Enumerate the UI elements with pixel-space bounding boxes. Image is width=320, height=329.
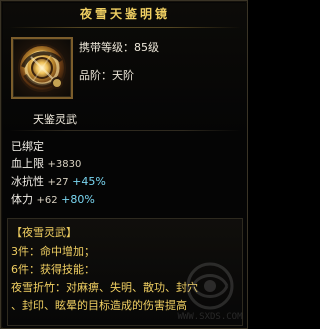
tier-label: 品阶： — [79, 69, 112, 82]
stat-percent: +45% — [72, 175, 106, 188]
item-subtitle: 天鉴灵武 — [33, 113, 77, 126]
set-line-label: 6件： — [11, 263, 40, 276]
section-divider — [9, 130, 241, 131]
stat-value: +3830 — [47, 159, 82, 170]
item-icon-frame — [11, 37, 73, 99]
stat-name: 血上限 — [11, 157, 44, 170]
set-line: 、封印、眩晕的目标造成的伤害提高 — [11, 299, 187, 312]
set-line-desc: 获得技能： — [40, 263, 95, 276]
stat-name: 冰抗性 — [11, 175, 44, 188]
stat-name: 体力 — [11, 193, 33, 206]
carry-level-row: 携带等级：85级 — [79, 41, 159, 54]
stat-value: +62 — [36, 195, 58, 206]
set-line: 3件：命中增加； — [11, 245, 95, 258]
set-line: 夜雪折竹：对麻痹、失明、散功、封穴 — [11, 281, 198, 294]
set-line: 6件：获得技能： — [11, 263, 95, 276]
item-tooltip: 夜雪天鉴明镜 携带等级：85级 品阶：天阶 天鉴灵武 已绑定 血上限 +3830… — [0, 0, 248, 329]
set-line-label: 夜雪折竹： — [11, 281, 66, 294]
tier-row: 品阶：天阶 — [79, 69, 134, 82]
stat-row-hp: 血上限 +3830 — [11, 157, 81, 171]
stat-percent: +80% — [61, 193, 95, 206]
bind-status: 已绑定 — [11, 140, 44, 153]
set-title: 【夜雪灵武】 — [11, 226, 77, 239]
set-line-desc: 、封印、眩晕的目标造成的伤害提高 — [11, 299, 187, 312]
header-divider — [9, 27, 241, 28]
carry-level-label: 携带等级： — [79, 41, 134, 54]
mirror-icon — [18, 44, 66, 92]
item-title: 夜雪天鉴明镜 — [79, 7, 170, 21]
stat-row-stamina: 体力 +62 +80% — [11, 193, 95, 207]
set-line-desc: 对麻痹、失明、散功、封穴 — [66, 281, 198, 294]
set-line-label: 3件： — [11, 245, 40, 258]
set-line-desc: 命中增加； — [40, 245, 95, 258]
stat-row-ice-res: 冰抗性 +27 +45% — [11, 175, 106, 189]
tier-value: 天阶 — [112, 69, 134, 82]
stat-value: +27 — [47, 177, 69, 188]
carry-level-value: 85级 — [134, 41, 159, 54]
